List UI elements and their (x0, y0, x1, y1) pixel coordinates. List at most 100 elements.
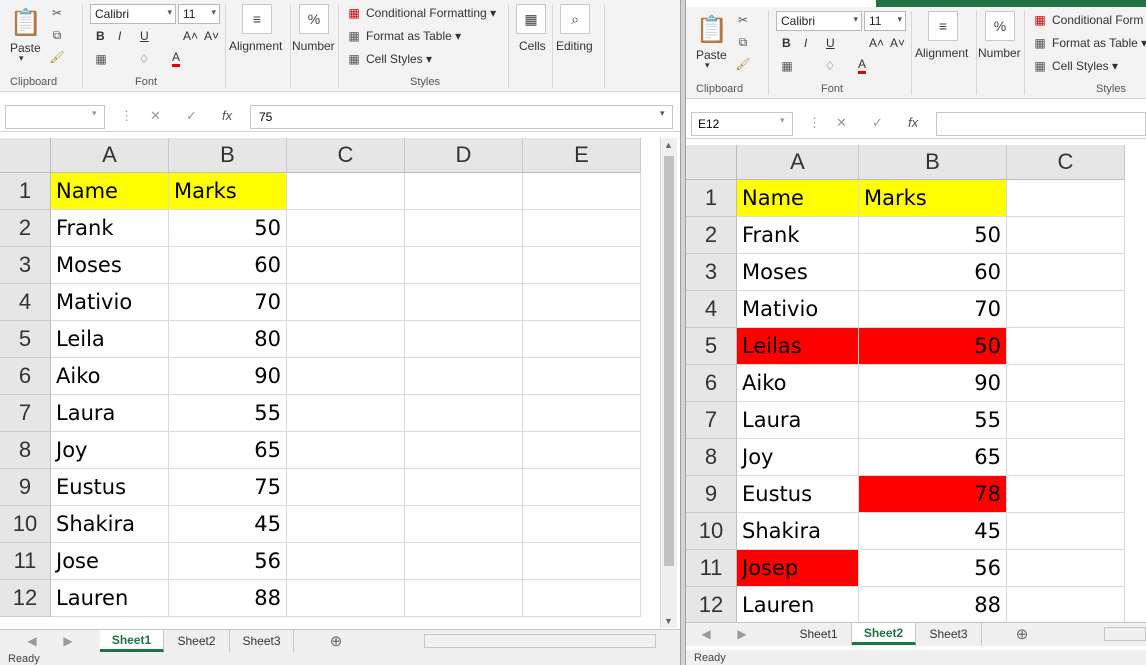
cell-b11[interactable]: 56 (859, 550, 1007, 587)
grow-font-button[interactable]: A˄ (183, 29, 198, 43)
cell-d3[interactable] (405, 247, 523, 284)
cell-e12[interactable] (523, 580, 641, 617)
horizontal-scrollbar[interactable] (1104, 627, 1146, 641)
row-header-10[interactable]: 10 (686, 513, 737, 550)
row-header-11[interactable]: 11 (0, 543, 51, 580)
row-header-4[interactable]: 4 (686, 291, 737, 328)
vertical-scrollbar[interactable]: ▲ ▼ (660, 138, 677, 628)
worksheet-grid[interactable]: A B C D E 1 Name Marks 2 Frank 50 3 Moses 60 4 Mativio 7… (0, 138, 660, 628)
tab-sheet2[interactable]: Sheet2 (164, 630, 230, 652)
cell-e6[interactable] (523, 358, 641, 395)
cell-c5[interactable] (1007, 328, 1125, 365)
tab-scroll-left-icon[interactable]: ◀ (694, 623, 718, 645)
column-header-e[interactable]: E (523, 138, 641, 173)
cell-e10[interactable] (523, 506, 641, 543)
cell-c1[interactable] (287, 173, 405, 210)
column-header-a[interactable]: A (51, 138, 169, 173)
grow-font-button[interactable]: A˄ (869, 36, 884, 50)
row-header-9[interactable]: 9 (686, 476, 737, 513)
cell-c6[interactable] (1007, 365, 1125, 402)
cell-d10[interactable] (405, 506, 523, 543)
row-header-4[interactable]: 4 (0, 284, 51, 321)
cell-c10[interactable] (1007, 513, 1125, 550)
copy-icon[interactable]: ⧉ (734, 33, 752, 51)
cell-c7[interactable] (1007, 402, 1125, 439)
tab-sheet1[interactable]: Sheet1 (786, 623, 852, 645)
cell-a1[interactable]: Name (737, 180, 859, 217)
row-header-2[interactable]: 2 (0, 210, 51, 247)
conditional-formatting-button[interactable]: Conditional Formatting ▾ (366, 6, 496, 20)
row-header-3[interactable]: 3 (0, 247, 51, 284)
cell-a5[interactable]: Leilas (737, 328, 859, 365)
copy-icon[interactable]: ⧉ (48, 26, 66, 44)
name-box[interactable]: E12 (691, 112, 793, 136)
row-header-5[interactable]: 5 (686, 328, 737, 365)
format-as-table-button[interactable]: Format as Table ▾ (366, 29, 461, 43)
cell-a9[interactable]: Eustus (737, 476, 859, 513)
cell-a10[interactable]: Shakira (737, 513, 859, 550)
cell-a2[interactable]: Frank (51, 210, 169, 247)
cell-c11[interactable] (1007, 550, 1125, 587)
tab-sheet3[interactable]: Sheet3 (230, 630, 294, 652)
cell-d2[interactable] (405, 210, 523, 247)
font-color-button[interactable]: A (858, 58, 867, 74)
formula-input[interactable]: 75 (250, 105, 673, 129)
cell-e1[interactable] (523, 173, 641, 210)
scroll-up-icon[interactable]: ▲ (664, 140, 673, 150)
format-painter-icon[interactable]: 🖌 (48, 48, 66, 66)
worksheet-grid[interactable]: A B C 1 Name Marks 2 Frank 50 3 Moses 60 4 Mativio 70 5… (686, 145, 1146, 624)
cell-c2[interactable] (1007, 217, 1125, 254)
cell-c4[interactable] (1007, 291, 1125, 328)
tab-scroll-right-icon[interactable]: ▶ (730, 623, 754, 645)
fx-icon[interactable]: fx (908, 115, 918, 130)
cell-a12[interactable]: Lauren (737, 587, 859, 624)
cancel-icon[interactable]: ✕ (836, 115, 847, 131)
cell-b9[interactable]: 75 (169, 469, 287, 506)
add-sheet-icon[interactable]: ⊕ (322, 630, 350, 652)
paste-icon[interactable]: 📋 (8, 4, 44, 40)
cells-icon[interactable]: ▦ (516, 4, 546, 34)
tab-scroll-left-icon[interactable]: ◀ (20, 630, 44, 652)
cell-e7[interactable] (523, 395, 641, 432)
row-header-9[interactable]: 9 (0, 469, 51, 506)
row-header-11[interactable]: 11 (686, 550, 737, 587)
bold-button[interactable]: B (782, 36, 791, 50)
cell-c5[interactable] (287, 321, 405, 358)
cut-icon[interactable]: ✂ (734, 11, 752, 29)
font-size-combo[interactable]: 11 ▾ (864, 11, 906, 31)
fill-color-icon[interactable]: ♢ (135, 50, 153, 68)
cell-e11[interactable] (523, 543, 641, 580)
cell-d8[interactable] (405, 432, 523, 469)
percent-icon[interactable]: % (985, 11, 1015, 41)
cell-b1[interactable]: Marks (169, 173, 287, 210)
select-all-corner[interactable] (0, 138, 51, 173)
format-as-table-icon[interactable]: ▦ (1032, 35, 1048, 51)
cell-b2[interactable]: 50 (169, 210, 287, 247)
horizontal-scrollbar[interactable] (424, 634, 656, 648)
cell-b4[interactable]: 70 (169, 284, 287, 321)
cell-a7[interactable]: Laura (51, 395, 169, 432)
cell-b3[interactable]: 60 (169, 247, 287, 284)
name-box[interactable] (5, 105, 105, 129)
enter-icon[interactable]: ✓ (872, 115, 883, 131)
underline-button[interactable]: U (140, 29, 149, 43)
cell-e2[interactable] (523, 210, 641, 247)
cell-d6[interactable] (405, 358, 523, 395)
editing-search-icon[interactable]: ⌕ (560, 4, 590, 34)
cell-b7[interactable]: 55 (169, 395, 287, 432)
font-name-combo[interactable]: Calibri ▾ (776, 11, 862, 31)
vertical-scroll-thumb[interactable] (664, 156, 674, 566)
underline-button[interactable]: U (826, 36, 835, 50)
cell-e8[interactable] (523, 432, 641, 469)
cut-icon[interactable]: ✂ (48, 4, 66, 22)
fx-icon[interactable]: fx (222, 108, 232, 123)
cell-styles-icon[interactable]: ▦ (1032, 58, 1048, 74)
cell-b2[interactable]: 50 (859, 217, 1007, 254)
name-box-dropdown-icon[interactable]: ▾ (92, 108, 97, 119)
bold-button[interactable]: B (96, 29, 105, 43)
cell-a6[interactable]: Aiko (51, 358, 169, 395)
cell-c3[interactable] (287, 247, 405, 284)
cell-a8[interactable]: Joy (737, 439, 859, 476)
alignment-icon[interactable]: ≡ (928, 11, 958, 41)
cell-c9[interactable] (1007, 476, 1125, 513)
